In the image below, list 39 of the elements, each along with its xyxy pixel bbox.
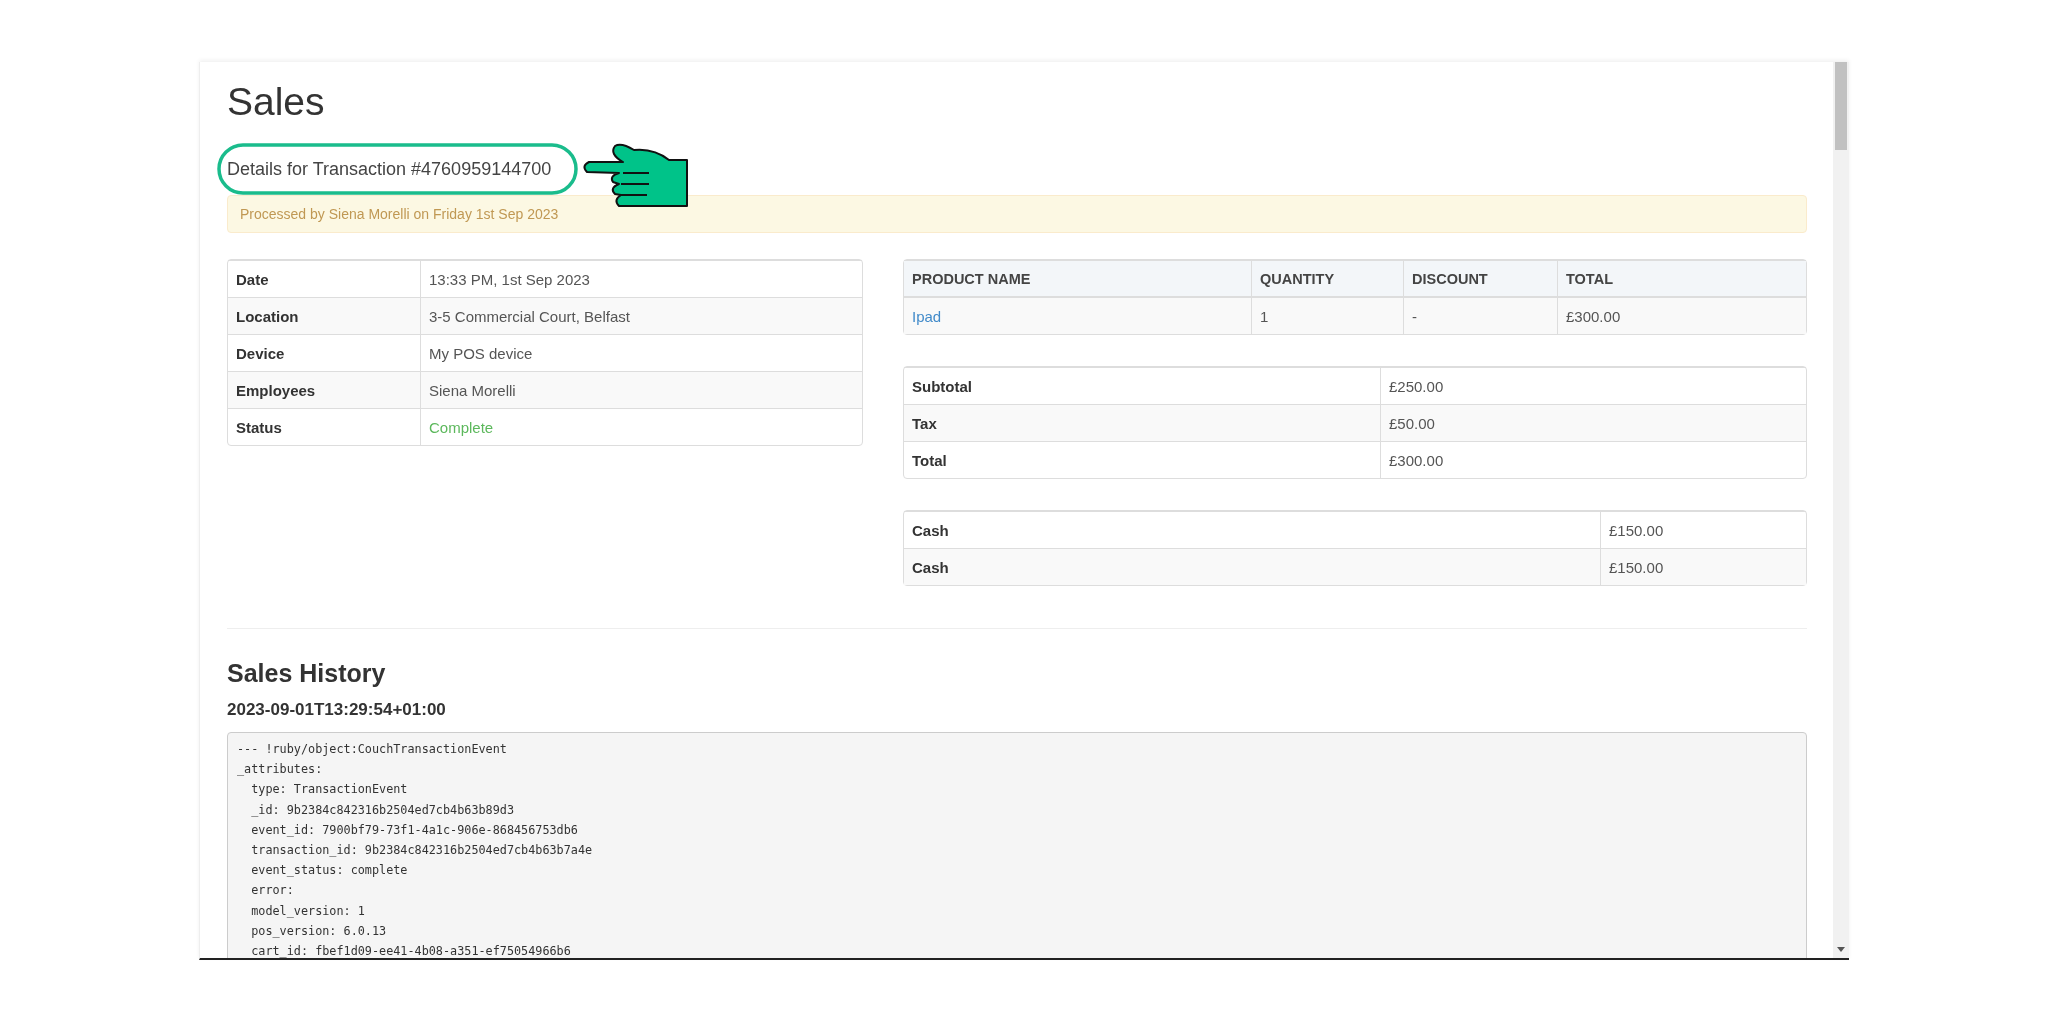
status-value: Complete <box>420 408 862 445</box>
code-line: _id: 9b2384c842316b2504ed7cb4b63b89d3 <box>250 801 515 819</box>
code-line: --- !ruby/object:CouchTransactionEvent <box>237 741 508 758</box>
table-cell: £300.00 <box>1557 297 1806 334</box>
row-label: Total <box>904 441 1380 478</box>
code-line: cart_id: fbef1d09-ee41-4b08-a351-ef75054966b6 <box>250 943 572 958</box>
code-line: pos_version: 6.0.13 <box>250 922 388 940</box>
section-heading: Sales History <box>227 658 387 689</box>
code-line: event_status: complete <box>250 862 409 880</box>
row-label: Employees <box>228 371 420 408</box>
timestamp-heading: 2023-09-01T13:29:54+01:00 <box>227 699 447 721</box>
scrollbar[interactable] <box>1833 62 1849 958</box>
transaction-subtitle: Details for Transaction #4760959144700 <box>227 159 552 179</box>
table-cell: - <box>1403 297 1557 334</box>
code-line: transaction_id: 9b2384c842316b2504ed7cb4b63b7a4e <box>250 842 594 859</box>
table-cell: 1 <box>1251 297 1403 334</box>
page-title: Sales <box>227 79 326 125</box>
row-value: £150.00 <box>1600 548 1806 585</box>
row-label: Tax <box>904 404 1380 441</box>
code-line: error: <box>250 882 295 900</box>
column-header: DISCOUNT <box>1403 260 1557 297</box>
row-value: Siena Morelli <box>420 371 862 408</box>
info-alert: Processed by Siena Morelli on Friday 1st Sep 2023 <box>227 195 1807 233</box>
row-value: 3-5 Commercial Court, Belfast <box>420 297 862 334</box>
code-line: _attributes: <box>237 761 324 779</box>
code-line: type: TransactionEvent <box>250 781 409 799</box>
column-header: QUANTITY <box>1251 260 1403 297</box>
code-line: model_version: 1 <box>250 902 366 920</box>
row-label: Status <box>228 408 420 445</box>
product-link[interactable]: Ipad <box>912 307 942 325</box>
scrollbar-thumb[interactable] <box>1835 62 1847 150</box>
row-label: Location <box>228 297 420 334</box>
column-header: TOTAL <box>1557 260 1806 297</box>
row-label: Cash <box>904 548 1600 585</box>
code-line: event_id: 7900bf79-73f1-4a1c-906e-868456753db6 <box>250 821 579 839</box>
scroll-down-icon[interactable] <box>1837 947 1845 952</box>
row-value: £300.00 <box>1380 441 1806 478</box>
row-value: £50.00 <box>1380 404 1806 441</box>
column-header: PRODUCT NAME <box>904 260 1251 297</box>
